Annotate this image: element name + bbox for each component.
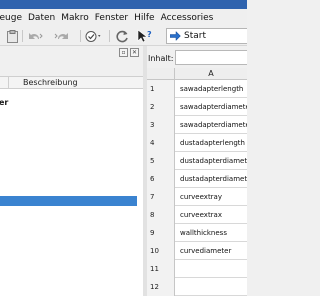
redo-icon[interactable] [53,29,69,43]
content-label: Inhalt: [148,54,174,63]
description-column-header[interactable]: Beschreibung [23,78,78,87]
row-header[interactable]: 10 [147,242,175,260]
tree-header: Beschreibung [0,76,143,89]
table-row: 11 [147,260,247,278]
float-panel-button[interactable]: ▫ [119,48,128,57]
table-row: 1 sawadapterlength [147,80,247,98]
row-header[interactable]: 2 [147,98,175,116]
navigation-combo[interactable]: Start [166,28,247,44]
help-cursor-icon[interactable]: ? [136,29,152,43]
menu-tools[interactable]: ieuge [0,13,25,23]
menu-window[interactable]: Fenster [92,13,131,23]
table-cell[interactable]: sawadapterdiameterint [175,116,247,134]
menu-data[interactable]: Daten [25,13,58,23]
row-header[interactable]: 3 [147,116,175,134]
table-cell[interactable]: sawadapterdiameterext [175,98,247,116]
row-header[interactable]: 4 [147,134,175,152]
table-row: 4 dustadapterlength [147,134,247,152]
close-panel-button[interactable]: ✕ [130,48,139,57]
row-header[interactable]: 11 [147,260,175,278]
table-row: 5 dustadapterdiameterext [147,152,247,170]
content-input[interactable] [175,50,247,65]
table-cell[interactable]: dustadapterlength [175,134,247,152]
tree-item[interactable]: apter [0,98,8,107]
spreadsheet-panel: Inhalt: A 1 sawadapterlength 2 sawadapte… [147,46,247,296]
svg-text:?: ? [147,30,152,39]
refresh-icon[interactable] [115,29,129,43]
row-header[interactable]: 1 [147,80,175,98]
table-row: 8 curveextrax [147,206,247,224]
column-header-row: A [147,68,247,80]
clipboard-icon[interactable] [6,29,18,43]
record-icon[interactable] [84,29,102,43]
selected-tree-row[interactable] [0,196,137,206]
menu-macro[interactable]: Makro [58,13,92,23]
column-header-a[interactable]: A [175,68,247,80]
select-all-corner[interactable] [147,68,175,80]
table-cell[interactable]: curveextray [175,188,247,206]
table-cell[interactable]: dustadapterdiameterext [175,152,247,170]
navigation-label: Start [184,31,206,41]
row-header[interactable]: 7 [147,188,175,206]
table-cell[interactable]: dustadapterdiameterint [175,170,247,188]
app-window: ieuge Daten Makro Fenster Hilfe Accessor… [0,0,247,296]
undo-icon[interactable] [27,29,43,43]
table-cell[interactable]: curveextrax [175,206,247,224]
table-row: 9 wallthickness [147,224,247,242]
row-header[interactable]: 12 [147,278,175,296]
table-row: 10 curvediameter [147,242,247,260]
table-cell[interactable] [175,278,247,296]
menu-accessories[interactable]: Accessories [158,13,217,23]
row-header[interactable]: 5 [147,152,175,170]
toolbar: ? Start [0,26,247,46]
table-row: 12 [147,278,247,296]
title-bar [0,0,247,9]
table-cell[interactable] [175,260,247,278]
row-header[interactable]: 8 [147,206,175,224]
table-cell[interactable]: wallthickness [175,224,247,242]
table-row: 2 sawadapterdiameterext [147,98,247,116]
row-header[interactable]: 6 [147,170,175,188]
table-row: 7 curveextray [147,188,247,206]
panel-controls: ▫ ✕ [119,48,139,57]
table-row: 3 sawadapterdiameterint [147,116,247,134]
table-row: 6 dustadapterdiameterint [147,170,247,188]
arrow-right-icon [170,31,181,41]
model-panel: ▫ ✕ Beschreibung apter [0,46,143,296]
column-divider[interactable] [8,77,9,88]
table-cell[interactable]: curvediameter [175,242,247,260]
table-cell[interactable]: sawadapterlength [175,80,247,98]
spreadsheet-grid[interactable]: A 1 sawadapterlength 2 sawadapterdiamete… [147,68,247,296]
tree-view[interactable]: apter [0,89,143,296]
row-header[interactable]: 9 [147,224,175,242]
menu-bar: ieuge Daten Makro Fenster Hilfe Accessor… [0,9,247,26]
menu-help[interactable]: Hilfe [131,13,157,23]
